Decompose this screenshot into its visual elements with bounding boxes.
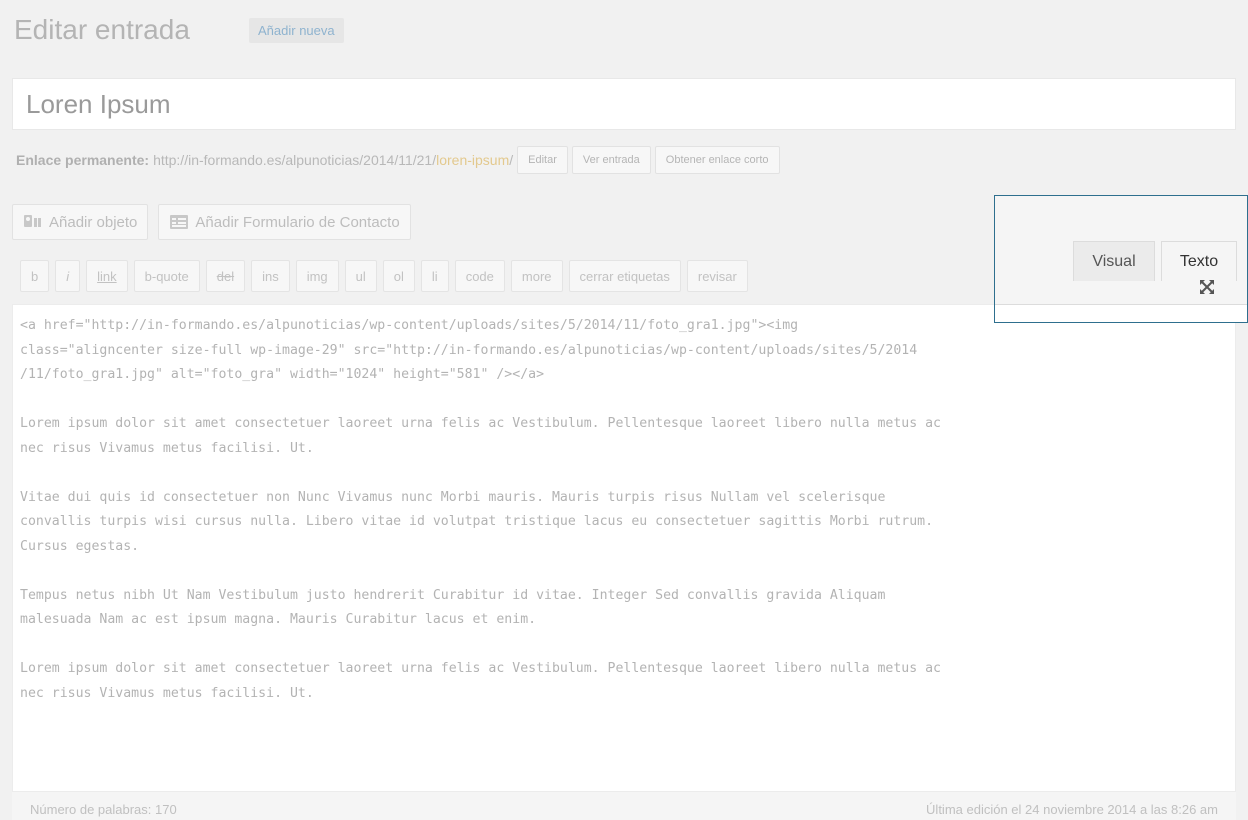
qt-proofread-button[interactable]: revisar [686,260,748,292]
editor-content[interactable]: <a href="http://in-formando.es/alpunotic… [20,314,1220,706]
post-title-input[interactable]: Loren Ipsum [12,78,1236,130]
last-edit-info: Última edición el 24 noviembre 2014 a la… [926,802,1218,817]
permalink-row: Enlace permanente: http://in-formando.es… [16,146,780,174]
qt-blockquote-button[interactable]: b-quote [133,260,200,292]
qt-li-button[interactable]: li [420,260,449,292]
add-object-button[interactable]: Añadir objeto [12,204,149,240]
editor-tabs-callout: Visual Texto [994,195,1248,323]
quicktags-toolbar: b i link b-quote del ins img ul ol li co… [20,260,748,292]
permalink-trailing: / [509,152,514,168]
qt-del-button[interactable]: del [205,260,246,292]
media-icon [24,215,41,227]
qt-ins-button[interactable]: ins [251,260,290,292]
permalink-base-url[interactable]: http://in-formando.es/alpunoticias/2014/… [153,152,436,168]
qt-italic-button[interactable]: i [55,260,81,292]
add-contact-form-label: Añadir Formulario de Contacto [195,213,400,231]
tab-visual[interactable]: Visual [1073,241,1155,281]
qt-code-button[interactable]: code [454,260,505,292]
add-new-button[interactable]: Añadir nueva [249,18,344,43]
permalink-slug[interactable]: loren-ipsum [436,152,509,168]
get-shortlink-button[interactable]: Obtener enlace corto [654,146,780,174]
status-bar: Número de palabras: 170 Última edición e… [12,792,1236,820]
callout-editor-edge [995,304,1247,322]
qt-bold-button[interactable]: b [20,260,50,292]
word-count: Número de palabras: 170 [30,802,177,817]
qt-ul-button[interactable]: ul [344,260,377,292]
qt-link-button[interactable]: link [86,260,128,292]
qt-close-tags-button[interactable]: cerrar etiquetas [568,260,681,292]
media-buttons: Añadir objeto Añadir Formulario de Conta… [12,204,411,240]
qt-img-button[interactable]: img [295,260,339,292]
add-object-label: Añadir objeto [49,213,138,231]
page-title: Editar entrada [14,14,190,45]
add-contact-form-button[interactable]: Añadir Formulario de Contacto [158,204,411,240]
tab-text[interactable]: Texto [1161,241,1237,281]
edit-permalink-button[interactable]: Editar [517,146,568,174]
fullscreen-icon[interactable] [1198,278,1216,296]
qt-more-button[interactable]: more [510,260,563,292]
view-post-button[interactable]: Ver entrada [571,146,651,174]
form-icon [170,215,189,229]
permalink-label: Enlace permanente: [16,152,150,168]
qt-ol-button[interactable]: ol [382,260,415,292]
